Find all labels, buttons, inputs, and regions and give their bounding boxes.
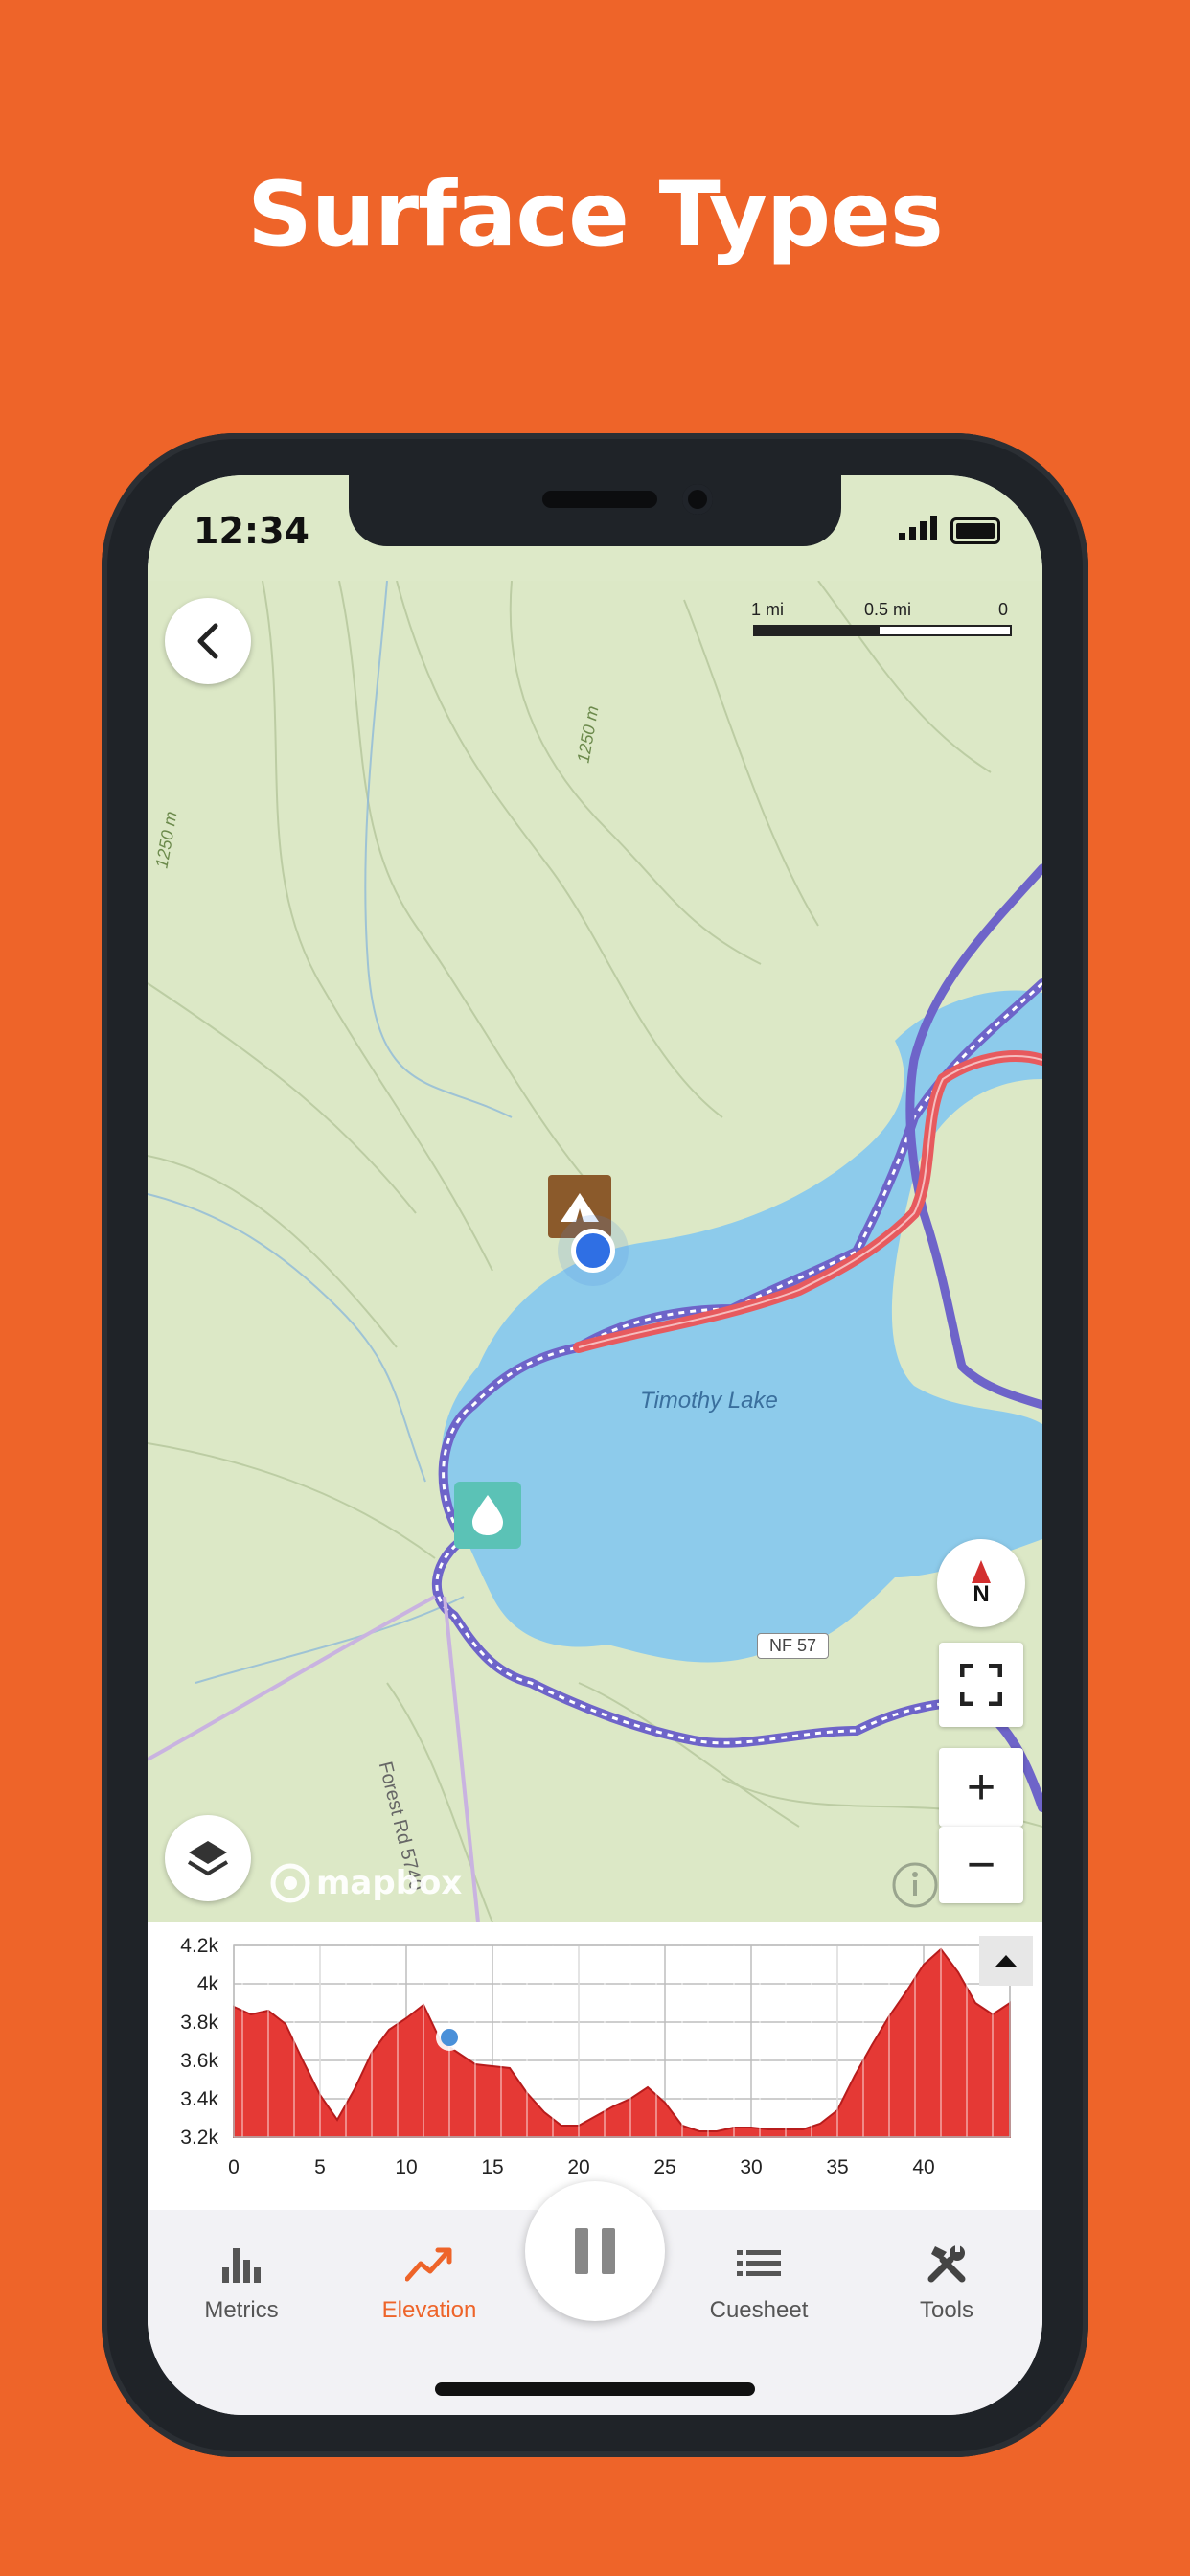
pause-button[interactable] (525, 2181, 665, 2321)
map-scale: 1 mi 0.5 mi 0 (751, 600, 1012, 638)
mapbox-attribution[interactable]: mapbox (270, 1863, 462, 1903)
tab-metrics-label: Metrics (204, 2297, 279, 2323)
status-time: 12:34 (194, 510, 309, 552)
fullscreen-icon (960, 1664, 1002, 1706)
caret-up-icon (995, 1955, 1017, 1966)
battery-icon (950, 518, 1000, 544)
zoom-out-button[interactable]: − (939, 1827, 1023, 1903)
water-marker[interactable] (454, 1482, 521, 1549)
y-tick-label: 4k (197, 1973, 219, 1995)
y-tick-label: 4.2k (180, 1935, 218, 1957)
layers-icon (187, 1841, 229, 1876)
list-icon (737, 2250, 781, 2276)
collapse-chart-button[interactable] (979, 1936, 1033, 1986)
elevation-panel[interactable]: 4.2k 4k 3.8k 3.6k 3.4k 3.2k 0 5 10 15 20 25 30 35 40 (148, 1922, 1042, 2210)
position-marker (441, 2029, 458, 2046)
scale-bar (753, 625, 1012, 636)
back-button[interactable] (165, 598, 251, 684)
elevation-chart: 4.2k 4k 3.8k 3.6k 3.4k 3.2k 0 5 10 15 20 25 30 35 40 (180, 1935, 1011, 2178)
speaker (542, 491, 657, 508)
compass-label: N (973, 1581, 990, 1607)
y-tick-label: 3.2k (180, 2127, 218, 2149)
info-icon[interactable] (891, 1861, 939, 1909)
x-tick-label: 25 (653, 2156, 675, 2178)
tab-tools[interactable]: Tools (870, 2242, 1023, 2324)
chevron-left-icon (197, 623, 218, 659)
tab-cuesheet[interactable]: Cuesheet (682, 2242, 835, 2324)
tab-metrics[interactable]: Metrics (165, 2242, 318, 2324)
pause-icon (575, 2228, 615, 2274)
road-shield: NF 57 (757, 1633, 830, 1659)
north-arrow-icon (972, 1560, 991, 1583)
notch (349, 475, 841, 546)
tent-icon (561, 1193, 599, 1222)
headline: Surface Types (247, 163, 944, 267)
x-tick-label: 10 (395, 2156, 417, 2178)
mapbox-logo-icon (270, 1863, 310, 1903)
y-tick-label: 3.8k (180, 2012, 218, 2034)
x-tick-label: 15 (481, 2156, 503, 2178)
home-indicator (435, 2382, 755, 2396)
lake-label: Timothy Lake (640, 1388, 778, 1414)
phone-screen: 12:34 1 mi 0.5 mi 0 1250 m 1250 m Timoth… (148, 475, 1042, 2415)
elevation-area (233, 1947, 1011, 2138)
x-tick-label: 40 (912, 2156, 934, 2178)
tab-elevation[interactable]: Elevation (353, 2242, 506, 2324)
y-tick-label: 3.4k (180, 2088, 218, 2110)
camera (682, 484, 713, 515)
zoom-in-button[interactable]: + (939, 1748, 1023, 1827)
scale-mid: 0.5 mi (864, 600, 912, 619)
bar-chart-icon (222, 2248, 261, 2283)
signal-icon (899, 516, 937, 540)
tools-icon (927, 2242, 966, 2283)
current-location-dot (571, 1229, 615, 1273)
scale-right: 0 (998, 600, 1009, 619)
trend-line-icon (404, 2247, 452, 2282)
tab-elevation-label: Elevation (381, 2297, 477, 2323)
y-tick-label: 3.6k (180, 2050, 218, 2072)
mapbox-wordmark: mapbox (316, 1864, 463, 1902)
tab-cuesheet-label: Cuesheet (709, 2297, 809, 2323)
compass-button[interactable]: N (937, 1539, 1025, 1627)
x-tick-label: 35 (826, 2156, 848, 2178)
x-tick-label: 30 (740, 2156, 762, 2178)
tab-tools-label: Tools (919, 2297, 974, 2323)
layers-button[interactable] (165, 1815, 251, 1901)
fullscreen-button[interactable] (939, 1643, 1023, 1727)
campground-marker[interactable] (548, 1175, 611, 1238)
x-tick-label: 5 (314, 2156, 326, 2178)
scale-left: 1 mi (751, 600, 785, 619)
x-tick-label: 20 (567, 2156, 589, 2178)
x-tick-label: 0 (228, 2156, 240, 2178)
map-view[interactable]: 1 mi 0.5 mi 0 1250 m 1250 m Timothy Lake… (148, 581, 1042, 1922)
water-drop-icon (472, 1495, 503, 1535)
